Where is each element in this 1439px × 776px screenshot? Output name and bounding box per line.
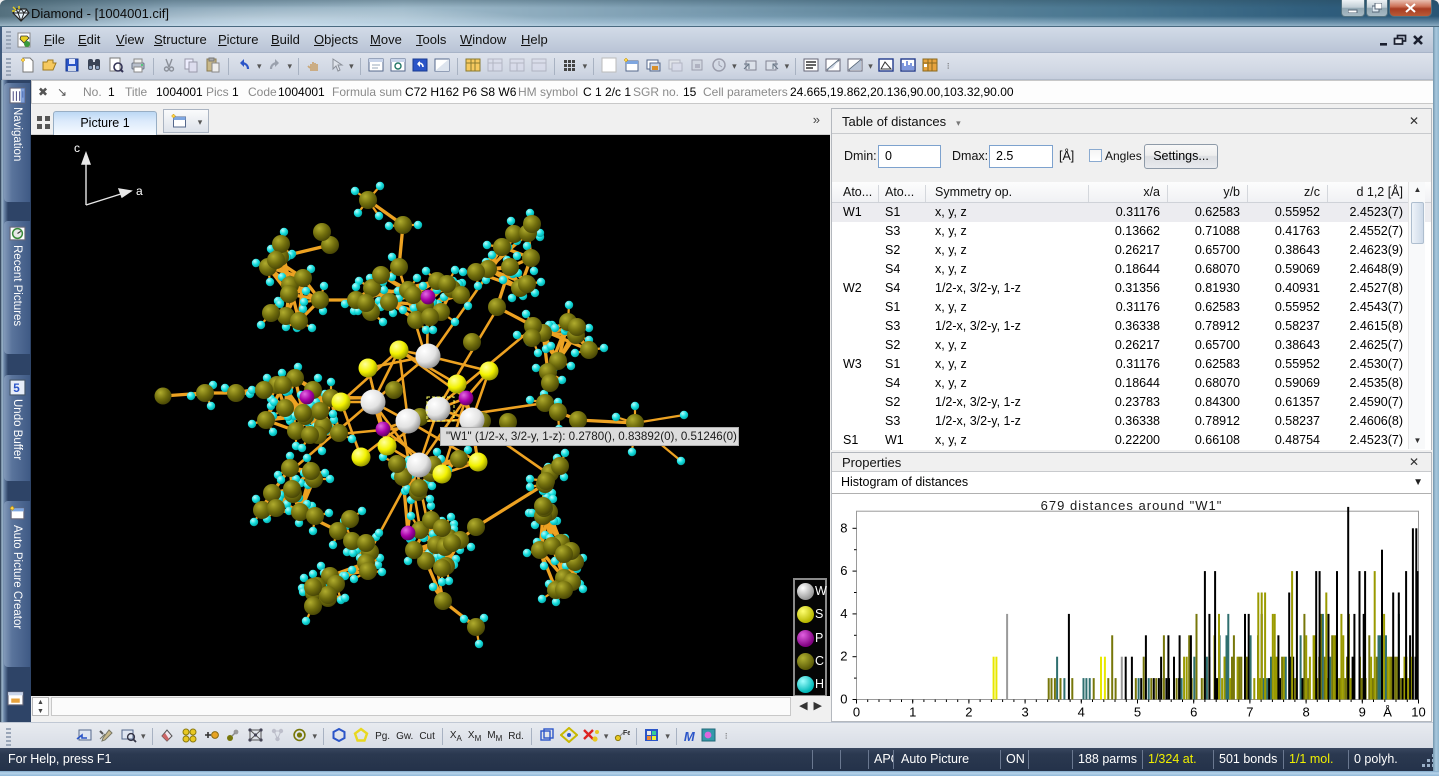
svg-text:8: 8 bbox=[840, 520, 847, 535]
svg-text:1: 1 bbox=[909, 705, 916, 720]
svg-text:7: 7 bbox=[1246, 705, 1253, 720]
svg-text:5: 5 bbox=[13, 382, 20, 395]
svg-text:a: a bbox=[136, 184, 143, 198]
svg-text:4: 4 bbox=[1078, 705, 1085, 720]
svg-text:0: 0 bbox=[840, 692, 847, 707]
svg-text:0: 0 bbox=[853, 705, 860, 720]
svg-text:5: 5 bbox=[1134, 705, 1141, 720]
svg-text:3: 3 bbox=[1021, 705, 1028, 720]
svg-text:6: 6 bbox=[1190, 705, 1197, 720]
svg-text:6: 6 bbox=[840, 563, 847, 578]
svg-text:Å: Å bbox=[1383, 705, 1392, 720]
svg-text:Fe: Fe bbox=[623, 730, 630, 737]
svg-text:c: c bbox=[74, 141, 80, 155]
svg-text:2: 2 bbox=[965, 705, 972, 720]
svg-text:9: 9 bbox=[1359, 705, 1366, 720]
svg-text:2: 2 bbox=[840, 649, 847, 664]
svg-text:10: 10 bbox=[1411, 705, 1425, 720]
svg-text:4: 4 bbox=[840, 606, 847, 621]
svg-text:8: 8 bbox=[1302, 705, 1309, 720]
